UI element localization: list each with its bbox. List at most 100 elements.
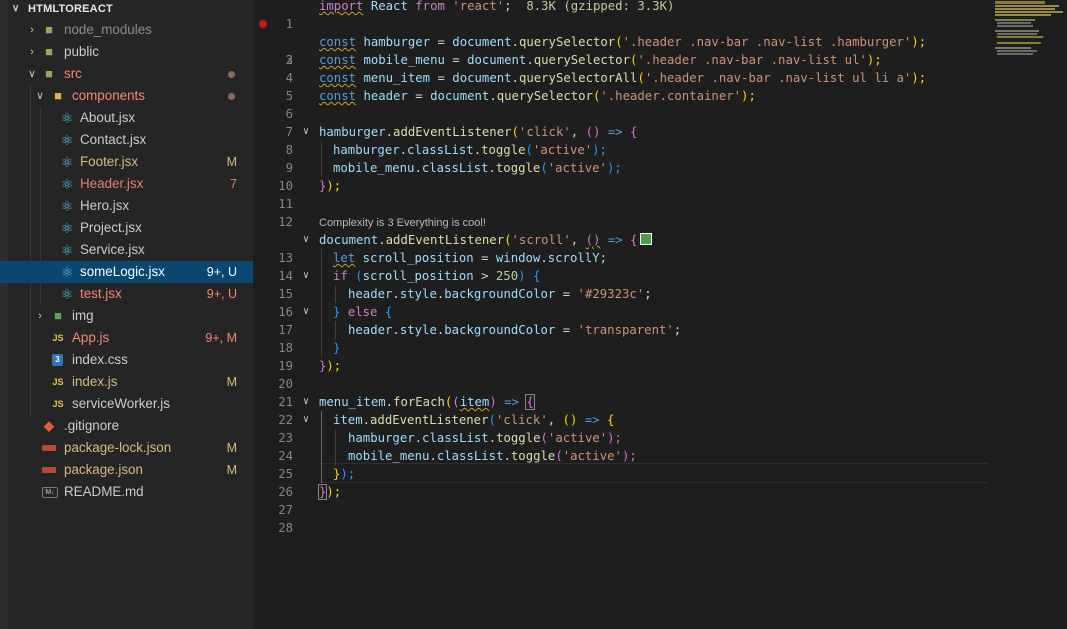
tree-item-index-css[interactable]: 3 index.css [0, 349, 253, 371]
code-text[interactable]: header.style.backgroundColor = 'transpar… [348, 321, 681, 339]
code-line[interactable]: 27 }); [253, 483, 1067, 517]
tree-item-package-lock[interactable]: package-lock.json M [0, 437, 253, 459]
tree-item-label: node_modules [64, 22, 152, 37]
chevron-down-icon[interactable]: ∨ [26, 63, 38, 85]
code-line[interactable]: 18 header.style.backgroundColor = 'trans… [253, 321, 1067, 355]
chevron-right-icon[interactable]: › [26, 19, 38, 41]
chevron-right-icon[interactable]: › [34, 305, 46, 327]
breakpoint-icon[interactable] [259, 20, 267, 28]
code-line[interactable]: 11 }); [253, 177, 1067, 211]
react-icon: ⚛ [60, 176, 74, 192]
tree-item-public[interactable]: › ■ public [0, 41, 253, 63]
code-text[interactable]: }); [319, 357, 341, 375]
complexity-codelens[interactable]: Complexity is 3 Everything is cool! [319, 215, 486, 231]
code-text[interactable]: hamburger.addEventListener('click', () =… [319, 123, 637, 141]
tree-item-footer[interactable]: ⚛ Footer.jsx M [0, 151, 253, 173]
code-text[interactable]: import React from 'react'; 8.3K (gzipped… [319, 0, 674, 15]
code-line[interactable]: 23 ∨ item.addEventListener('click', () =… [253, 411, 1067, 445]
code-line[interactable]: 12 [253, 195, 1067, 229]
tree-item-label: test.jsx [80, 286, 122, 301]
color-decorator-icon[interactable] [640, 233, 653, 245]
tree-item-readme[interactable]: M↓ README.md [0, 481, 253, 503]
tree-item-label: Header.jsx [80, 176, 144, 191]
code-text[interactable]: hamburger.classList.toggle('active'); [333, 141, 607, 159]
code-line[interactable]: 9 hamburger.classList.toggle('active'); [253, 141, 1067, 175]
tree-item-app[interactable]: JS App.js 9+, M [0, 327, 253, 349]
code-line[interactable]: 1 import React from 'react'; 8.3K (gzipp… [253, 0, 1067, 31]
code-line[interactable]: 15 ∨ if (scroll_position > 250) { [253, 267, 1067, 301]
code-line[interactable]: 4 const mobile_menu = document.querySele… [253, 51, 1067, 85]
tree-item-about[interactable]: ⚛ About.jsx [0, 107, 253, 129]
fold-chevron-icon[interactable]: ∨ [303, 303, 309, 321]
js-icon: JS [52, 399, 64, 409]
code-line[interactable]: 3 const hamburger = document.querySelect… [253, 33, 1067, 67]
code-text[interactable]: hamburger.classList.toggle('active'); [348, 429, 622, 447]
code-line[interactable]: 19 } [253, 339, 1067, 373]
chevron-right-icon[interactable]: › [26, 41, 38, 63]
explorer-header[interactable]: ∨ HTMLTOREACT [0, 0, 253, 18]
chevron-down-icon[interactable]: ∨ [34, 85, 46, 107]
code-line[interactable]: 22 ∨ menu_item.forEach((item) => { [253, 393, 1067, 427]
code-text[interactable]: }); [333, 465, 355, 483]
fold-chevron-icon[interactable]: ∨ [303, 231, 309, 249]
code-text[interactable]: } [333, 339, 340, 357]
code-line[interactable]: 8 ∨ hamburger.addEventListener('click', … [253, 123, 1067, 157]
code-text[interactable]: document.addEventListener('scroll', () =… [319, 231, 653, 249]
code-line[interactable]: 21 [253, 375, 1067, 409]
code-text[interactable]: header.style.backgroundColor = '#29323c'… [348, 285, 652, 303]
tree-item-index-js[interactable]: JS index.js M [0, 371, 253, 393]
code-line[interactable]: 25 mobile_menu.classList.toggle('active'… [253, 447, 1067, 481]
code-line[interactable]: 6 const header = document.querySelector(… [253, 87, 1067, 121]
tree-item-contact[interactable]: ⚛ Contact.jsx [0, 129, 253, 151]
code-text[interactable]: const header = document.querySelector('.… [319, 87, 756, 105]
code-text[interactable]: }); [319, 177, 341, 195]
tree-item-gitignore[interactable]: ◆ .gitignore [0, 415, 253, 437]
tree-item-components[interactable]: ∨ ■ components [0, 85, 253, 107]
code-text[interactable]: let scroll_position = window.scrollY; [333, 249, 607, 267]
code-text[interactable]: mobile_menu.classList.toggle('active'); [348, 447, 637, 465]
code-text[interactable]: const menu_item = document.querySelector… [319, 69, 926, 87]
code-line[interactable]: 10 mobile_menu.classList.toggle('active'… [253, 159, 1067, 193]
tree-item-img[interactable]: › ■ img [0, 305, 253, 327]
fold-chevron-icon[interactable]: ∨ [303, 267, 309, 285]
code-text[interactable]: }); [317, 483, 341, 501]
code-line[interactable]: 24 hamburger.classList.toggle('active'); [253, 429, 1067, 463]
tree-item-project[interactable]: ⚛ Project.jsx [0, 217, 253, 239]
tree-item-src[interactable]: ∨ ■ src [0, 63, 253, 85]
code-text[interactable]: const hamburger = document.querySelector… [319, 33, 926, 51]
project-title: HTMLTOREACT [28, 3, 113, 15]
code-line[interactable]: 7 [253, 105, 1067, 139]
code-line[interactable]: 13 ∨ document.addEventListener('scroll',… [253, 231, 1067, 265]
tree-item-somelogic[interactable]: ⚛ someLogic.jsx 9+, U [0, 261, 253, 283]
code-text[interactable]: } else { [333, 303, 392, 321]
code-line[interactable]: 28 [253, 501, 1067, 535]
code-text[interactable]: if (scroll_position > 250) { [333, 267, 540, 285]
tree-item-package[interactable]: package.json M [0, 459, 253, 481]
code-line[interactable]: 16 header.style.backgroundColor = '#2932… [253, 285, 1067, 319]
code-text[interactable]: item.addEventListener('click', () => { [333, 411, 614, 429]
tree-item-hero[interactable]: ⚛ Hero.jsx [0, 195, 253, 217]
tree-item-label: App.js [72, 330, 110, 345]
tree-item-service[interactable]: ⚛ Service.jsx [0, 239, 253, 261]
code-line[interactable]: 26 }); [253, 465, 1067, 499]
tree-item-serviceworker[interactable]: JS serviceWorker.js [0, 393, 253, 415]
fold-chevron-icon[interactable]: ∨ [303, 123, 309, 141]
code-line[interactable]: 5 const menu_item = document.querySelect… [253, 69, 1067, 103]
chevron-down-icon[interactable]: ∨ [12, 0, 19, 18]
react-icon: ⚛ [60, 198, 74, 214]
code-line[interactable]: 17 ∨ } else { [253, 303, 1067, 337]
code-editor[interactable]: 1 import React from 'react'; 8.3K (gzipp… [253, 0, 1067, 629]
tree-item-label: img [72, 308, 94, 323]
code-line[interactable]: 14 let scroll_position = window.scrollY; [253, 249, 1067, 283]
tree-item-test[interactable]: ⚛ test.jsx 9+, U [0, 283, 253, 305]
code-line[interactable]: 2 [253, 15, 1067, 67]
tree-item-header[interactable]: ⚛ Header.jsx 7 [0, 173, 253, 195]
code-text[interactable]: mobile_menu.classList.toggle('active'); [333, 159, 622, 177]
code-text[interactable]: const mobile_menu = document.querySelect… [319, 51, 882, 69]
code-line[interactable]: 20 }); [253, 357, 1067, 391]
minimap[interactable] [995, 0, 1067, 629]
tree-item-node-modules[interactable]: › ■ node_modules [0, 19, 253, 41]
fold-chevron-icon[interactable]: ∨ [303, 393, 309, 411]
fold-chevron-icon[interactable]: ∨ [303, 411, 309, 429]
code-text[interactable]: menu_item.forEach((item) => { [319, 393, 535, 411]
